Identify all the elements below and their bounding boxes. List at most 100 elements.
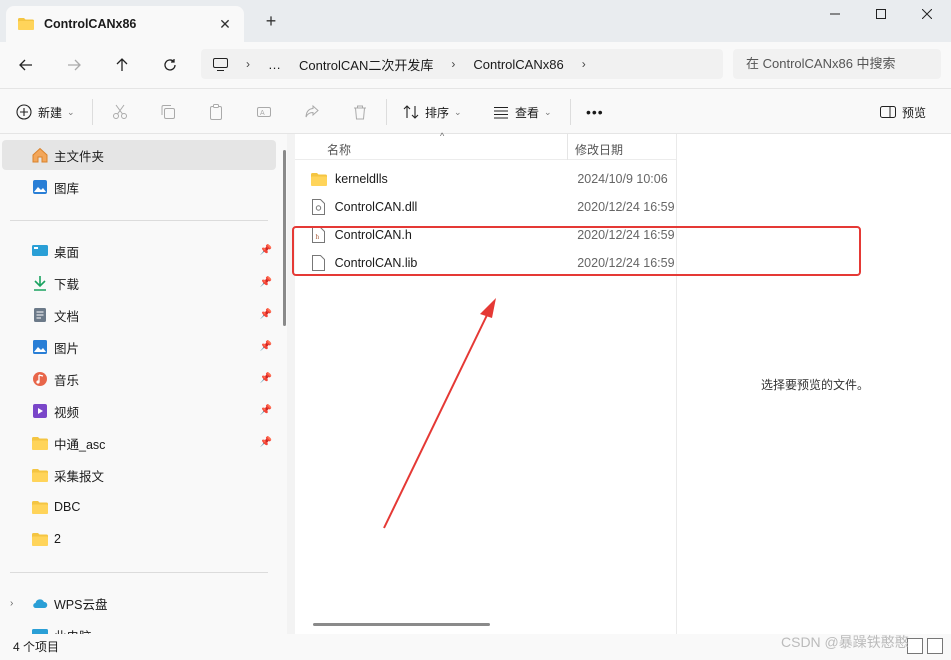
forward-button[interactable] (60, 52, 88, 78)
folder-icon (32, 435, 48, 451)
pin-icon[interactable]: 📌 (260, 373, 272, 384)
file-row-kerneldlls[interactable]: kerneldlls 2024/10/9 10:06 (311, 165, 676, 193)
sidebar-item-home[interactable]: 主文件夹 (2, 140, 276, 170)
sidebar-divider (10, 220, 268, 221)
sidebar-item-caiji-baowen[interactable]: 采集报文 (2, 460, 276, 490)
pin-icon[interactable]: 📌 (260, 437, 272, 448)
view-label: 查看 (515, 105, 540, 120)
maximize-button[interactable] (858, 0, 904, 28)
toolbar-divider (570, 99, 571, 125)
sidebar-item-gallery[interactable]: 图库 (2, 172, 276, 202)
sidebar-item-label: 主文件夹 (54, 149, 105, 164)
sidebar-divider (10, 572, 268, 573)
item-count: 4 个项目 (13, 640, 60, 654)
home-icon (32, 147, 48, 163)
arrow-up-icon (116, 58, 128, 71)
sidebar-item-label: 图库 (54, 181, 80, 196)
folder-icon (32, 499, 48, 515)
cut-button[interactable] (112, 89, 134, 135)
toolbar-divider (386, 99, 387, 125)
view-button[interactable]: 查看 ⌄ (493, 89, 552, 135)
new-button[interactable]: 新建 ⌄ (16, 89, 75, 135)
column-divider[interactable] (567, 134, 568, 160)
computer-icon (213, 57, 228, 71)
title-bar: ControlCANx86 ✕ + (0, 0, 951, 42)
tab-title: ControlCANx86 (44, 17, 137, 31)
delete-button[interactable] (352, 89, 374, 135)
address-bar[interactable]: › … ControlCAN二次开发库 › ControlCANx86 › (201, 49, 723, 79)
pin-icon[interactable]: 📌 (260, 341, 272, 352)
copy-button[interactable] (160, 89, 182, 135)
sidebar-item-desktop[interactable]: 桌面 📌 (2, 236, 276, 266)
back-button[interactable] (12, 52, 40, 78)
pin-icon[interactable]: 📌 (260, 245, 272, 256)
search-input[interactable]: 在 ControlCANx86 中搜索 (733, 49, 941, 79)
file-date: 2024/10/9 10:06 (577, 172, 668, 186)
new-label: 新建 (38, 105, 63, 120)
breadcrumb-controlcan-lib[interactable]: ControlCAN二次开发库 (299, 55, 433, 74)
rename-button[interactable]: A (256, 89, 278, 135)
preview-pane-button[interactable]: 预览 (880, 89, 926, 135)
rename-icon: A (257, 107, 271, 117)
horizontal-scrollbar[interactable] (313, 623, 490, 626)
sidebar-item-dbc[interactable]: DBC (2, 492, 276, 522)
sort-button[interactable]: 排序 ⌄ (403, 89, 462, 135)
share-button[interactable] (304, 89, 326, 135)
pin-icon[interactable]: 📌 (260, 309, 272, 320)
more-options-button[interactable]: ••• (586, 89, 604, 135)
details-view-button[interactable] (907, 638, 923, 654)
refresh-icon (164, 59, 176, 71)
picture-icon (32, 339, 48, 355)
column-name[interactable]: 名称 (327, 141, 351, 158)
sidebar-scrollbar[interactable] (283, 150, 286, 326)
download-icon (32, 275, 48, 291)
arrow-right-icon (68, 59, 81, 71)
computer-icon (32, 627, 48, 634)
sidebar-item-label: 中通_asc (54, 437, 106, 452)
sidebar-item-label: 2 (54, 532, 61, 546)
document-icon (32, 307, 48, 323)
sidebar-item-label: 音乐 (54, 373, 80, 388)
chevron-right-icon: › (581, 57, 586, 71)
pin-icon[interactable]: 📌 (260, 405, 272, 416)
close-window-button[interactable] (904, 0, 950, 28)
breadcrumb-controlcanx86[interactable]: ControlCANx86 (473, 57, 563, 72)
command-toolbar: 新建 ⌄ A 排序 ⌄ 查看 ⌄ ••• 预览 (0, 88, 951, 134)
gallery-icon (32, 179, 48, 195)
chevron-down-icon: ⌄ (67, 106, 75, 117)
file-name: ControlCAN.dll (334, 200, 418, 214)
sidebar-item-documents[interactable]: 文档 📌 (2, 300, 276, 330)
sidebar-item-label: 图片 (54, 341, 80, 356)
sidebar-item-label: 视频 (54, 405, 80, 420)
paste-button[interactable] (208, 89, 230, 135)
sidebar-item-videos[interactable]: 视频 📌 (2, 396, 276, 426)
chevron-down-icon: ⌄ (544, 106, 552, 117)
breadcrumb-overflow[interactable]: … (268, 57, 281, 72)
sidebar-item-label: WPS云盘 (54, 597, 108, 612)
chevron-right-icon: › (451, 57, 456, 71)
sort-label: 排序 (425, 105, 450, 120)
tab-controlcanx86[interactable]: ControlCANx86 ✕ (6, 6, 244, 42)
new-tab-button[interactable]: + (262, 12, 280, 30)
sidebar-item-2[interactable]: 2 (2, 524, 276, 554)
sidebar-item-music[interactable]: 音乐 📌 (2, 364, 276, 394)
pin-icon[interactable]: 📌 (260, 277, 272, 288)
sidebar-item-zhongtong-asc[interactable]: 中通_asc 📌 (2, 428, 276, 458)
close-tab-icon[interactable]: ✕ (216, 15, 234, 33)
column-date-modified[interactable]: 修改日期 (575, 141, 623, 158)
copy-icon (161, 105, 175, 119)
minimize-button[interactable] (812, 0, 858, 28)
folder-icon (311, 170, 327, 188)
up-button[interactable] (108, 52, 136, 78)
folder-icon (18, 18, 34, 30)
file-row-controlcan-dll[interactable]: ControlCAN.dll 2020/12/24 16:59 (311, 193, 676, 221)
share-icon (305, 104, 319, 118)
sidebar-item-downloads[interactable]: 下载 📌 (2, 268, 276, 298)
tiles-view-button[interactable] (927, 638, 943, 654)
file-name: kerneldlls (335, 172, 388, 186)
refresh-button[interactable] (156, 52, 184, 78)
toolbar-divider (92, 99, 93, 125)
sidebar-item-wps-cloud[interactable]: WPS云盘 (2, 588, 276, 618)
sidebar-item-pictures[interactable]: 图片 📌 (2, 332, 276, 362)
sidebar-item-this-pc[interactable]: 此电脑 (2, 620, 276, 634)
